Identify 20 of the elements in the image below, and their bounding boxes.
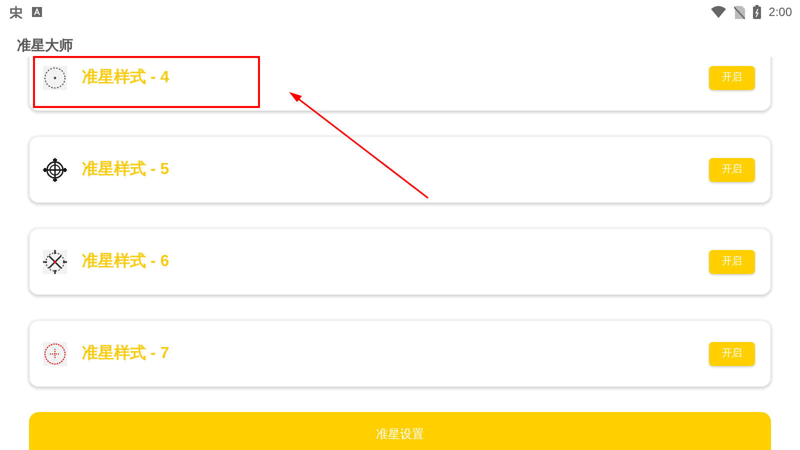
- app-title: 准星大师: [17, 37, 73, 53]
- style-label: 准星样式 - 4: [82, 68, 170, 88]
- keyboard-icon: [32, 7, 42, 17]
- enable-button[interactable]: 开启: [709, 342, 755, 366]
- settings-button[interactable]: 准星设置: [29, 412, 771, 450]
- style-label: 准星样式 - 5: [82, 160, 170, 180]
- clock-time: 2:00: [768, 4, 792, 21]
- style-label: 准星样式 - 7: [82, 344, 170, 364]
- enable-button[interactable]: 开启: [709, 66, 755, 90]
- battery-icon: [752, 5, 761, 19]
- style-label: 准星样式 - 6: [82, 252, 170, 272]
- crosshair-icon: [42, 340, 68, 366]
- enable-button[interactable]: 开启: [709, 158, 755, 182]
- crosshair-icon: [42, 156, 68, 182]
- crosshair-icon: [42, 248, 68, 274]
- debug-icon: [8, 5, 24, 19]
- crosshair-icon: [42, 64, 68, 90]
- wifi-icon: [710, 6, 726, 18]
- no-sim-icon: [734, 6, 745, 18]
- enable-button[interactable]: 开启: [709, 250, 755, 274]
